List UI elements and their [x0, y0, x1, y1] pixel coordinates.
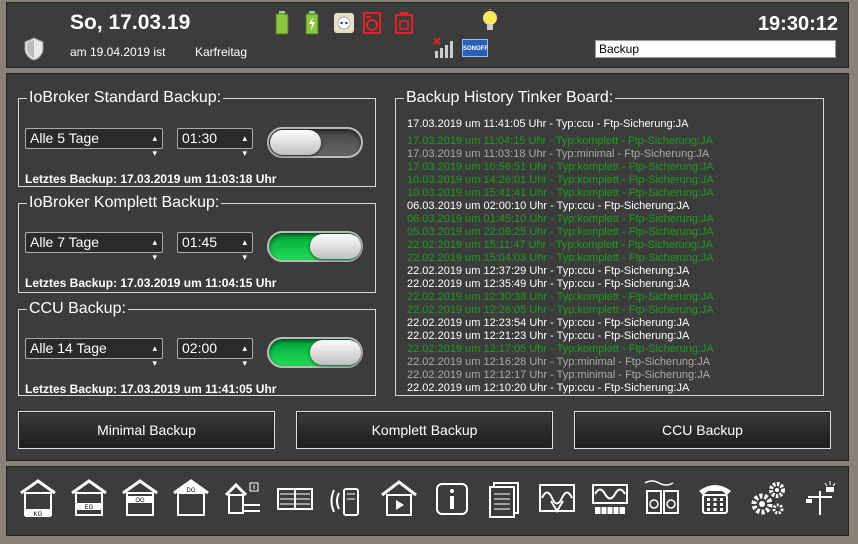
ccu-interval-select[interactable]: Alle 14 Tage ▴ ▾: [25, 338, 163, 368]
current-date: So, 17.03.19: [70, 11, 191, 34]
house-kg-icon[interactable]: KG: [18, 477, 58, 519]
garden-house-icon[interactable]: [222, 477, 262, 519]
history-entry: 22.02.2019 um 12:30:38 Uhr - Typ:komplet…: [407, 291, 714, 303]
standard-interval-select[interactable]: Alle 5 Tage ▴ ▾: [25, 128, 163, 158]
dryer-alert-icon: [395, 12, 413, 39]
power-meter-icon[interactable]: [590, 477, 630, 519]
search-input[interactable]: [595, 40, 836, 58]
komplett-backup-title: IoBroker Komplett Backup:: [29, 194, 220, 211]
history-entry: 17.03.2019 um 10:56:51 Uhr - Typ:komplet…: [407, 161, 714, 173]
history-entry: 22.02.2019 um 12:10:20 Uhr - Typ:ccu - F…: [407, 382, 690, 394]
ccu-time-value: 02:00: [182, 340, 218, 356]
ccu-backup-title: CCU Backup:: [29, 300, 126, 317]
select-arrows-icon: ▴ ▾: [152, 343, 157, 368]
history-entry: 06.03.2019 um 02:00:10 Uhr - Typ:ccu - F…: [407, 200, 690, 212]
sine-wave-meter-icon[interactable]: [537, 477, 577, 519]
main-panel: IoBroker Standard Backup: Alle 5 Tage ▴ ▾…: [6, 73, 849, 461]
standard-backup-title: IoBroker Standard Backup:: [29, 89, 222, 106]
power-socket-icon: [333, 12, 355, 39]
standard-backup-toggle[interactable]: [267, 127, 363, 158]
minimal-backup-button[interactable]: Minimal Backup: [18, 411, 275, 449]
history-entry: 22.02.2019 um 12:16:28 Uhr - Typ:minimal…: [407, 356, 711, 368]
history-entry: 10.03.2019 um 15:41:41 Uhr - Typ:komplet…: [407, 187, 714, 199]
history-entry: 05.03.2019 um 22:09:25 Uhr - Typ:komplet…: [407, 226, 714, 238]
bottom-nav: KG EG OG DG: [6, 466, 849, 536]
blinds-icon[interactable]: [275, 477, 315, 519]
signal-bars-icon: [433, 37, 457, 64]
ccu-time-select[interactable]: 02:00 ▴ ▾: [177, 338, 253, 368]
select-arrows-icon: ▴ ▾: [242, 133, 247, 158]
ccu-last-backup: Letztes Backup: 17.03.2019 um 11:41:05 U…: [25, 382, 277, 396]
house-og-icon[interactable]: OG: [120, 477, 160, 519]
select-arrows-icon: ▴ ▾: [152, 237, 157, 262]
history-entry: 22.02.2019 um 15:04:03 Uhr - Typ:komplet…: [407, 252, 714, 264]
standard-time-select[interactable]: 01:30 ▴ ▾: [177, 128, 253, 158]
info-icon[interactable]: [432, 477, 472, 519]
komplett-interval-select[interactable]: Alle 7 Tage ▴ ▾: [25, 232, 163, 262]
backup-history-title: Backup History Tinker Board:: [406, 89, 614, 106]
washing-machine-icon[interactable]: [642, 477, 682, 519]
history-entry: 22.02.2019 um 12:26:05 Uhr - Typ:komplet…: [407, 304, 714, 316]
history-entry: 17.03.2019 um 11:41:05 Uhr - Typ:ccu - F…: [407, 118, 689, 130]
komplett-last-backup: Letztes Backup: 17.03.2019 um 11:04:15 U…: [25, 276, 277, 290]
history-entry: 17.03.2019 um 11:04:15 Uhr - Typ:komplet…: [407, 135, 713, 147]
select-arrows-icon: ▴ ▾: [242, 237, 247, 262]
backup-history-list: 17.03.2019 um 11:41:05 Uhr - Typ:ccu - F…: [407, 118, 714, 395]
clock: 19:30:12: [757, 13, 838, 35]
history-entry: 22.02.2019 um 12:21:23 Uhr - Typ:ccu - F…: [407, 330, 690, 342]
select-arrows-icon: ▴ ▾: [152, 133, 157, 158]
standard-last-backup: Letztes Backup: 17.03.2019 um 11:03:18 U…: [25, 172, 277, 186]
light-bulb-icon: [481, 9, 499, 40]
toggle-knob: [310, 340, 361, 365]
history-entry: 22.02.2019 um 15:11:47 Uhr - Typ:komplet…: [407, 239, 713, 251]
history-entry: 22.02.2019 um 12:12:17 Uhr - Typ:minimal…: [407, 369, 711, 381]
history-entry: 06.03.2019 um 01:45:10 Uhr - Typ:komplet…: [407, 213, 714, 225]
standard-interval-value: Alle 5 Tage: [30, 130, 100, 146]
komplett-backup-button[interactable]: Komplett Backup: [296, 411, 553, 449]
floor-label-kg: KG: [34, 512, 43, 518]
toggle-knob: [270, 130, 321, 155]
phone-signal-icon[interactable]: [327, 477, 367, 519]
house-dg-icon[interactable]: DG: [171, 477, 211, 519]
select-arrows-icon: ▴ ▾: [242, 343, 247, 368]
history-entry: 17.03.2019 um 11:03:18 Uhr - Typ:minimal…: [407, 148, 710, 160]
sonoff-logo-label: SONOFF: [463, 46, 488, 52]
documents-icon[interactable]: [485, 477, 525, 519]
house-media-icon[interactable]: [379, 477, 419, 519]
history-entry: 22.02.2019 um 12:23:54 Uhr - Typ:ccu - F…: [407, 317, 690, 329]
holiday-name: Karfreitag: [195, 45, 248, 59]
sonoff-logo: SONOFF: [462, 39, 488, 57]
battery-charging-icon: [305, 11, 319, 40]
floor-label-eg: EG: [85, 505, 94, 511]
holiday-date: am 19.04.2019 ist: [70, 45, 166, 59]
history-entry: 22.02.2019 um 12:37:29 Uhr - Typ:ccu - F…: [407, 265, 690, 277]
shield-icon[interactable]: [23, 37, 45, 66]
standard-time-value: 01:30: [182, 130, 218, 146]
washing-machine-alert-icon: [363, 12, 381, 39]
history-entry: 22.02.2019 um 12:35:49 Uhr - Typ:ccu - F…: [407, 278, 690, 290]
house-eg-icon[interactable]: EG: [69, 477, 109, 519]
komplett-time-select[interactable]: 01:45 ▴ ▾: [177, 232, 253, 262]
history-entry: 10.03.2019 um 14:26:01 Uhr - Typ:komplet…: [407, 174, 714, 186]
floor-label-dg: DG: [187, 488, 196, 494]
komplett-interval-value: Alle 7 Tage: [30, 234, 100, 250]
floor-label-og: OG: [135, 498, 145, 504]
top-bar: So, 17.03.19 am 19.04.2019 ist Karfreita…: [6, 2, 849, 68]
komplett-time-value: 01:45: [182, 234, 218, 250]
ccu-backup-button[interactable]: CCU Backup: [574, 411, 831, 449]
komplett-backup-toggle[interactable]: [267, 231, 363, 262]
battery-full-icon: [275, 11, 289, 40]
ccu-interval-value: Alle 14 Tage: [30, 340, 107, 356]
ccu-backup-toggle[interactable]: [267, 337, 363, 368]
outdoor-light-icon[interactable]: [800, 477, 840, 519]
history-entry: 22.02.2019 um 12:17:05 Uhr - Typ:komplet…: [407, 343, 714, 355]
toggle-knob: [310, 234, 361, 259]
telephone-icon[interactable]: [695, 477, 735, 519]
settings-gears-icon[interactable]: [748, 477, 788, 519]
